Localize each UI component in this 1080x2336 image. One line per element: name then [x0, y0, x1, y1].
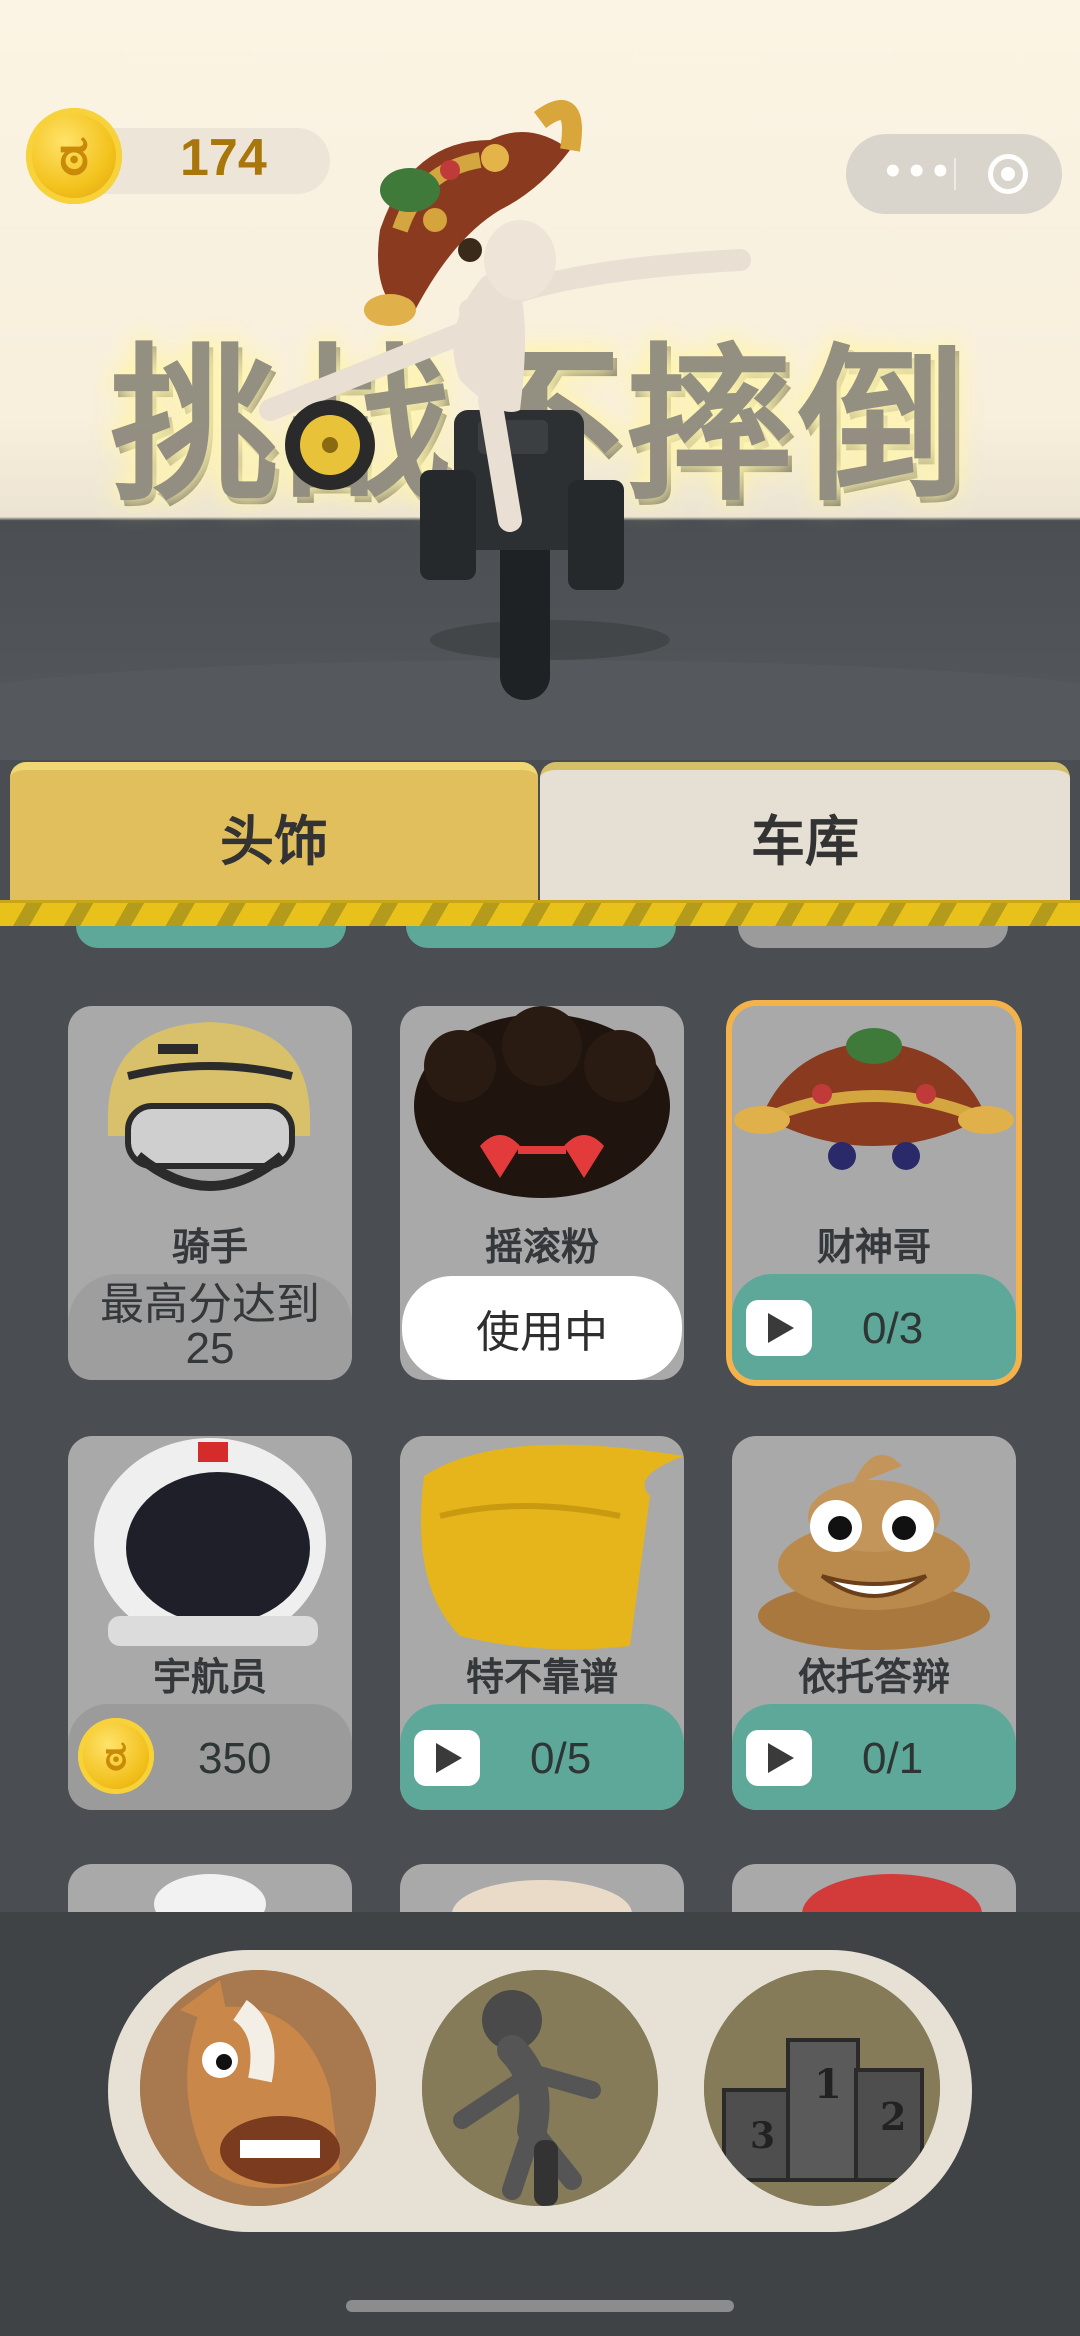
svg-text:1: 1: [814, 2061, 842, 2108]
heart-icon: [802, 1874, 982, 1912]
item-grid[interactable]: 骑手 最高分达到 25 摇滚粉 使用中 财神哥 0/3 宇航员 ಠ 350 特不…: [0, 926, 1080, 1912]
tab-headwear[interactable]: 头饰: [10, 762, 538, 902]
item-name: 骑手: [171, 1225, 248, 1269]
ad-progress: 0/3: [862, 1304, 924, 1353]
play-video-icon: [746, 1300, 812, 1356]
in-use-badge[interactable]: 使用中: [402, 1276, 682, 1380]
watch-ad-progress[interactable]: 0/5: [400, 1704, 684, 1810]
afro-sunglasses-icon: [414, 1006, 670, 1198]
item-name: 财神哥: [816, 1225, 931, 1269]
requirement-text: 最高分达到: [100, 1280, 320, 1329]
unlock-requirement: 最高分达到 25: [68, 1274, 352, 1380]
card-peek: [738, 926, 1008, 948]
ad-progress: 0/5: [530, 1734, 592, 1783]
price: 350: [198, 1734, 272, 1783]
card-peek: [76, 926, 346, 948]
mini-program-capsule: •••: [846, 134, 1062, 214]
category-tabs: 头饰 车库: [10, 762, 1070, 902]
item-name: 宇航员: [152, 1655, 267, 1699]
item-name: 特不靠谱: [465, 1655, 618, 1699]
item-name: 摇滚粉: [484, 1225, 599, 1269]
item-card-poop[interactable]: 依托答辩 0/1: [732, 1436, 1016, 1810]
hazard-stripe: [0, 900, 1080, 926]
item-card-rockfan[interactable]: 摇滚粉 使用中: [400, 1006, 684, 1380]
item-card-partial[interactable]: [732, 1864, 1016, 1912]
white-hat-icon: [154, 1874, 266, 1912]
item-card-partial[interactable]: [68, 1864, 352, 1912]
rider-character: [259, 100, 751, 700]
horse-mask-button[interactable]: [140, 1970, 376, 2206]
rider-button[interactable]: [422, 1970, 658, 2206]
capsule-divider: [954, 158, 956, 190]
hair-icon: [452, 1880, 632, 1912]
more-button[interactable]: •••: [882, 155, 952, 189]
svg-text:2: 2: [880, 2094, 906, 2139]
watch-ad-progress[interactable]: 0/3: [732, 1274, 1016, 1380]
coin-count: 174: [180, 129, 267, 187]
card-peek: [406, 926, 676, 948]
item-card-golden-hair[interactable]: 特不靠谱 0/5: [400, 1436, 684, 1810]
ad-progress: 0/1: [862, 1734, 924, 1783]
item-card-astronaut[interactable]: 宇航员 ಠ 350: [68, 1436, 352, 1810]
podium-icon: 3 1 2: [704, 1970, 940, 2206]
fortune-crown-icon: [734, 1028, 1014, 1170]
home-indicator[interactable]: [346, 2300, 734, 2312]
play-video-icon: [414, 1730, 480, 1786]
requirement-value: 25: [185, 1324, 235, 1373]
hero-scene: 挑战不摔倒 ಠ 174 •••: [0, 0, 1080, 760]
item-card-fortune[interactable]: 财神哥 0/3: [732, 1006, 1016, 1380]
svg-text:3: 3: [750, 2115, 775, 2157]
price-tag[interactable]: ಠ 350: [68, 1704, 352, 1810]
play-video-icon: [746, 1730, 812, 1786]
item-card-partial[interactable]: [400, 1864, 684, 1912]
helmet-icon: [108, 1022, 310, 1191]
coin-icon: ಠ: [26, 108, 122, 204]
leaderboard-button[interactable]: 3 1 2: [704, 1970, 940, 2206]
tab-garage[interactable]: 车库: [540, 762, 1070, 902]
item-card-rider[interactable]: 骑手 最高分达到 25: [68, 1006, 352, 1380]
close-icon[interactable]: [988, 154, 1028, 194]
cyclist-icon: [422, 1970, 658, 2206]
watch-ad-progress[interactable]: 0/1: [732, 1704, 1016, 1810]
astronaut-helmet-icon: [94, 1438, 326, 1646]
item-name: 依托答辩: [797, 1655, 950, 1699]
poop-icon: [758, 1454, 990, 1650]
golden-hair-icon: [420, 1444, 684, 1650]
coin-icon: ಠ: [78, 1718, 154, 1794]
horse-head-icon: [140, 1970, 376, 2206]
